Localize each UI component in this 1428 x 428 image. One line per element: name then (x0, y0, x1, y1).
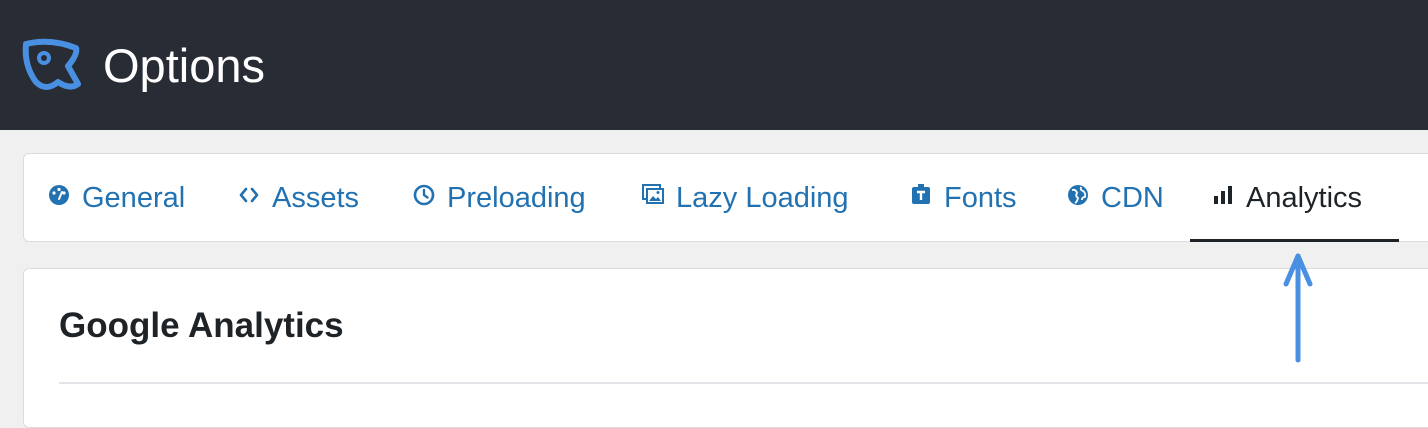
tab-analytics[interactable]: Analytics (1212, 154, 1362, 242)
section-divider (59, 382, 1428, 384)
tab-fonts-label: Fonts (944, 181, 1017, 214)
top-header-bar: Options (0, 0, 1428, 130)
tab-cdn[interactable]: CDN (1067, 154, 1164, 242)
clock-icon (413, 184, 435, 206)
tab-lazy-loading-label: Lazy Loading (676, 181, 849, 214)
tab-preloading-label: Preloading (447, 181, 586, 214)
active-tab-underline (1190, 239, 1399, 242)
dashboard-gauge-icon (49, 185, 69, 205)
annotation-arrow-up-icon (1283, 253, 1313, 363)
tab-fonts[interactable]: Fonts (910, 154, 1017, 242)
section-title: Google Analytics (59, 306, 344, 345)
tab-cdn-label: CDN (1101, 181, 1164, 214)
images-icon (642, 184, 664, 204)
google-analytics-section: Google Analytics (23, 268, 1428, 428)
tab-assets[interactable]: Assets (238, 154, 359, 242)
settings-tabs-bar: General Assets Preloading Lazy Loading F… (23, 153, 1428, 242)
tab-preloading[interactable]: Preloading (413, 154, 586, 242)
tab-assets-label: Assets (272, 181, 360, 214)
globe-icon (1068, 185, 1088, 205)
code-brackets-icon (239, 187, 259, 203)
tab-general[interactable]: General (48, 154, 185, 242)
tab-lazy-loading[interactable]: Lazy Loading (642, 154, 849, 242)
page-title: Options (103, 39, 265, 92)
tab-analytics-label: Analytics (1246, 181, 1363, 214)
bar-chart-icon (1214, 186, 1232, 204)
font-icon (912, 184, 930, 204)
perfmatters-logo-icon (22, 38, 81, 90)
tab-general-label: General (82, 181, 186, 214)
